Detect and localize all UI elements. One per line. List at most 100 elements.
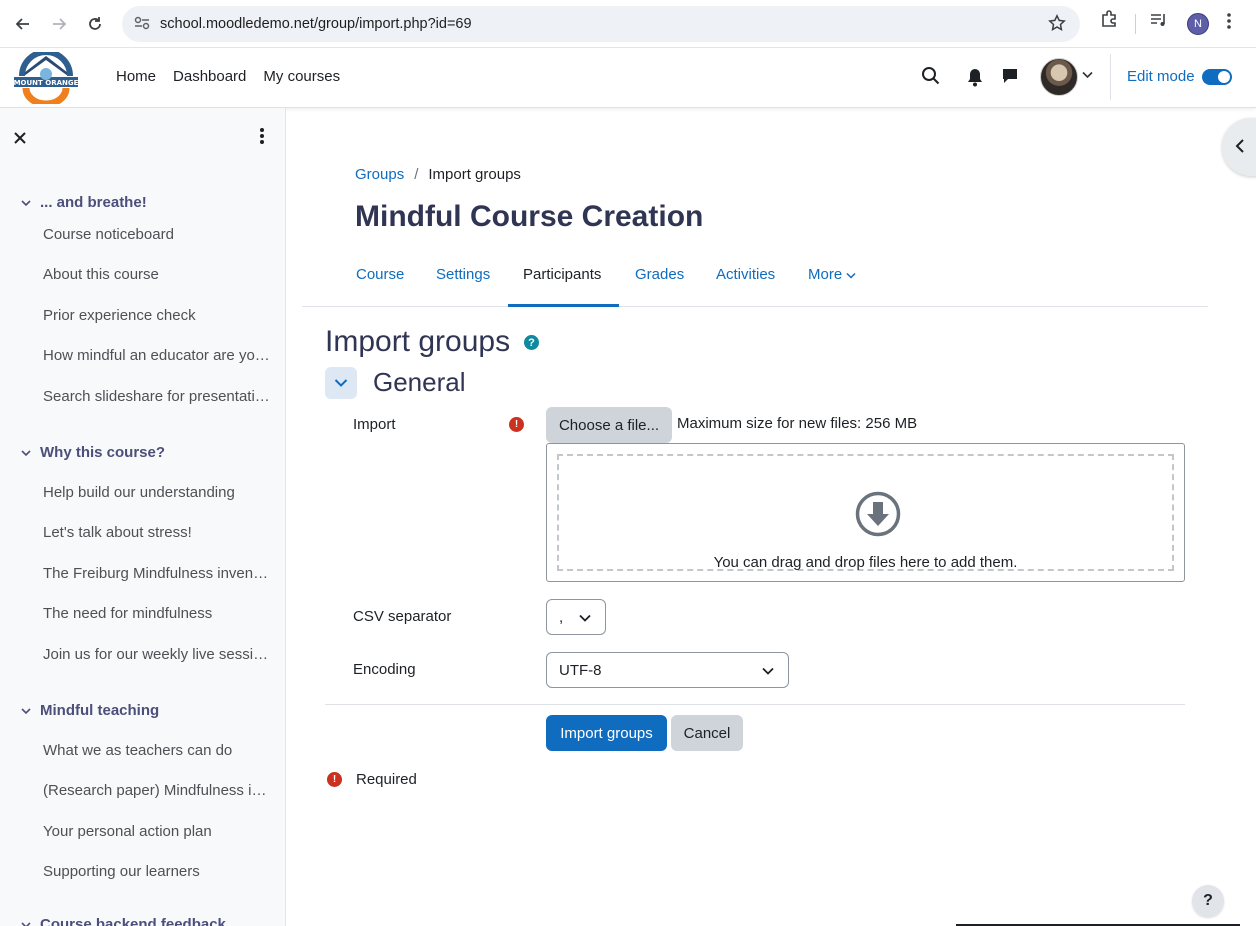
course-index-drawer: ... and breathe! Course noticeboard Abou…	[0, 108, 286, 926]
drawer-item[interactable]: The need for mindfulness	[43, 605, 271, 622]
page-title: Mindful Course Creation	[355, 200, 704, 233]
drawer-item[interactable]: Your personal action plan	[43, 823, 271, 840]
encoding-value: UTF-8	[559, 661, 602, 679]
breadcrumb-current: Import groups	[428, 166, 521, 183]
file-dropzone[interactable]: You can drag and drop files here to add …	[546, 443, 1185, 582]
drawer-item[interactable]: Course noticeboard	[43, 226, 271, 243]
open-block-drawer-button[interactable]	[1222, 118, 1256, 176]
tab-course[interactable]: Course	[356, 266, 404, 297]
user-menu-caret-icon[interactable]	[1082, 68, 1093, 82]
browser-profile-avatar[interactable]: N	[1187, 13, 1209, 35]
site-settings-icon[interactable]	[134, 16, 154, 33]
dropzone-text: You can drag and drop files here to add …	[713, 554, 1018, 571]
drawer-item[interactable]: Help build our understanding	[43, 484, 271, 501]
collapse-general-button[interactable]	[325, 367, 357, 399]
csv-separator-label: CSV separator	[353, 608, 452, 625]
edit-mode-label[interactable]: Edit mode	[1127, 68, 1195, 85]
url-text[interactable]: school.moodledemo.net/group/import.php?i…	[160, 16, 472, 32]
form-divider	[325, 704, 1185, 705]
section-title: Mindful teaching	[40, 702, 160, 719]
csv-separator-value: ,	[559, 608, 564, 626]
form-heading: Import groups	[325, 325, 511, 358]
close-drawer-icon[interactable]	[14, 128, 26, 149]
back-arrow-icon[interactable]	[5, 6, 41, 42]
required-exclamation-icon: !	[509, 417, 524, 432]
drawer-item[interactable]: Prior experience check	[43, 307, 271, 324]
extensions-puzzle-icon[interactable]	[1096, 10, 1122, 36]
breadcrumb: Groups / Import groups	[355, 166, 521, 183]
help-question-icon[interactable]: ?	[524, 335, 539, 350]
chevron-down-icon	[334, 379, 348, 387]
chevron-down-icon	[762, 667, 774, 675]
drawer-item[interactable]: About this course	[43, 266, 271, 283]
bookmark-star-icon[interactable]	[1048, 14, 1066, 37]
csv-separator-select[interactable]: ,	[546, 599, 606, 635]
nav-my-courses-link[interactable]: My courses	[263, 68, 340, 85]
user-avatar[interactable]	[1040, 58, 1078, 96]
drawer-item[interactable]: Join us for our weekly live sessions	[43, 646, 271, 663]
chevron-down-icon[interactable]	[20, 705, 32, 717]
logo-text: MOUNT ORANGE	[14, 79, 79, 87]
drawer-item[interactable]: Let's talk about stress!	[43, 524, 271, 541]
nav-dashboard-link[interactable]: Dashboard	[173, 68, 246, 85]
drawer-item[interactable]: Search slideshare for presentations	[43, 388, 271, 405]
encoding-select[interactable]: UTF-8	[546, 652, 789, 688]
drawer-item[interactable]: (Research paper) Mindfulness in educatio…	[43, 782, 271, 799]
section-why-this-course[interactable]: Why this course?	[20, 444, 165, 461]
media-controls-icon[interactable]	[1150, 12, 1168, 31]
breadcrumb-separator: /	[414, 166, 419, 183]
browser-menu-icon[interactable]	[1226, 12, 1232, 35]
section-course-backend-feedback[interactable]: Course backend feedback	[20, 916, 226, 926]
tab-activities[interactable]: Activities	[716, 266, 775, 297]
chevron-down-icon[interactable]	[20, 197, 32, 209]
chevron-down-icon	[846, 272, 856, 279]
tab-settings[interactable]: Settings	[436, 266, 490, 297]
navbar-divider	[1110, 54, 1111, 100]
import-label: Import	[353, 416, 396, 433]
required-note: Required	[356, 771, 417, 788]
import-groups-button[interactable]: Import groups	[546, 715, 667, 751]
edit-mode-toggle[interactable]	[1202, 69, 1232, 85]
browser-toolbar: school.moodledemo.net/group/import.php?i…	[0, 0, 1256, 48]
tab-more-label: More	[808, 266, 843, 283]
download-arrow-circle-icon	[855, 491, 901, 537]
drawer-item[interactable]: The Freiburg Mindfulness inventory	[43, 565, 271, 582]
primary-navigation: Home Dashboard My courses	[116, 68, 340, 85]
toolbar-separator	[1135, 14, 1136, 34]
max-file-size-text: Maximum size for new files: 256 MB	[677, 415, 918, 432]
secondary-navigation: Course Settings Participants Grades Acti…	[302, 260, 1208, 307]
encoding-label: Encoding	[353, 661, 416, 678]
section-title: ... and breathe!	[40, 194, 147, 211]
tab-grades[interactable]: Grades	[635, 266, 684, 297]
drawer-item[interactable]: What we as teachers can do	[43, 742, 271, 759]
site-logo[interactable]: MOUNT ORANGE	[12, 49, 80, 108]
section-general-title: General	[373, 367, 466, 397]
choose-file-button[interactable]: Choose a file...	[546, 407, 672, 443]
forward-arrow-icon[interactable]	[41, 6, 77, 42]
nav-home-link[interactable]: Home	[116, 68, 156, 85]
messages-chat-icon[interactable]	[1001, 67, 1019, 90]
moodle-navbar: MOUNT ORANGE Home Dashboard My courses E…	[0, 48, 1256, 108]
required-exclamation-icon: !	[327, 772, 342, 787]
active-tab-indicator	[508, 304, 619, 307]
page-help-button[interactable]: ?	[1192, 885, 1224, 917]
search-icon[interactable]	[921, 66, 943, 88]
tab-more[interactable]: More	[808, 266, 856, 297]
chevron-down-icon[interactable]	[20, 447, 32, 459]
reload-icon[interactable]	[77, 6, 113, 42]
notifications-bell-icon[interactable]	[966, 67, 984, 92]
section-title: Course backend feedback	[40, 916, 226, 926]
chevron-left-icon	[1235, 139, 1244, 153]
chevron-down-icon[interactable]	[20, 919, 32, 926]
drawer-item[interactable]: How mindful an educator are you?	[43, 347, 271, 364]
drawer-item[interactable]: Supporting our learners	[43, 863, 271, 880]
drawer-options-kebab-icon[interactable]	[255, 128, 269, 148]
section-and-breathe[interactable]: ... and breathe!	[20, 194, 147, 211]
breadcrumb-groups-link[interactable]: Groups	[355, 166, 404, 183]
tab-participants[interactable]: Participants	[523, 266, 601, 297]
chevron-down-icon	[579, 614, 591, 622]
cancel-button[interactable]: Cancel	[671, 715, 743, 751]
dropzone-dashed-area: You can drag and drop files here to add …	[557, 454, 1174, 571]
address-bar[interactable]: school.moodledemo.net/group/import.php?i…	[122, 6, 1080, 42]
section-mindful-teaching[interactable]: Mindful teaching	[20, 702, 159, 719]
